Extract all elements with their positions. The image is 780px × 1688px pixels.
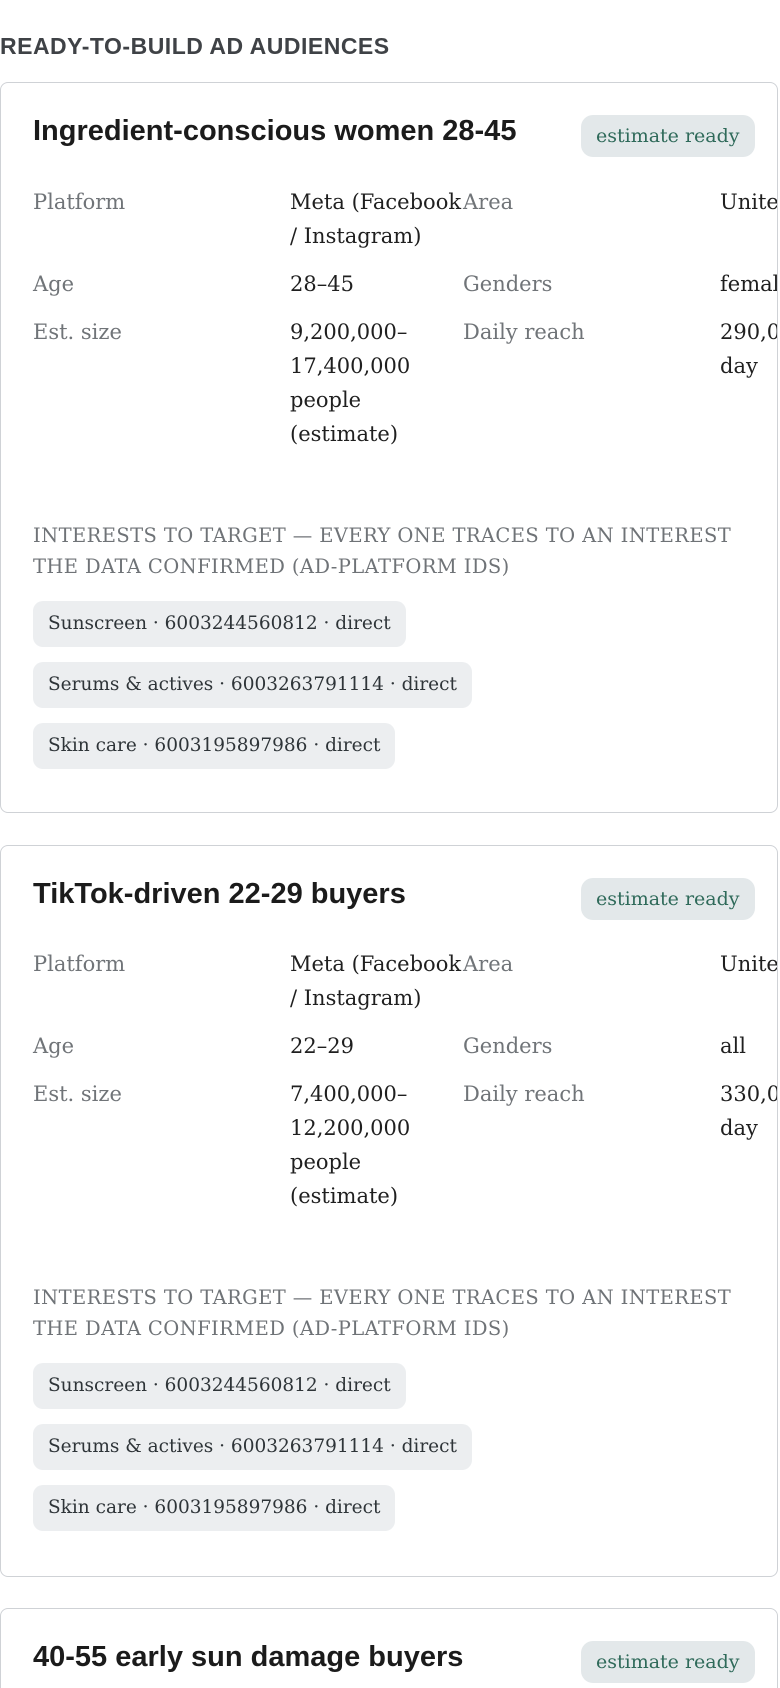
audience-title: Ingredient-conscious women 28-45 — [33, 115, 517, 147]
daily-reach-label: Daily reach — [463, 320, 585, 344]
daily-reach-value: 330,000–960,000 / day — [720, 1082, 777, 1140]
genders-value: female — [720, 272, 777, 296]
interest-chip: Skin care · 6003195897986 · direct — [33, 1485, 396, 1531]
audience-details: Platform Meta (Facebook / Instagram) Are… — [33, 185, 778, 451]
audience-details: Platform Meta (Facebook / Instagram) Are… — [33, 947, 778, 1213]
genders-label: Genders — [463, 272, 553, 296]
genders-label: Genders — [463, 1034, 553, 1058]
est-size-value: 9,200,000–17,400,000 people (estimate) — [290, 320, 411, 446]
interest-chip: Sunscreen · 6003244560812 · direct — [33, 1363, 406, 1409]
age-value: 28–45 — [290, 272, 354, 296]
status-badge: estimate ready — [581, 878, 755, 920]
est-size-label: Est. size — [33, 320, 122, 344]
area-label: Area — [463, 952, 514, 976]
interest-chip: Sunscreen · 6003244560812 · direct — [33, 601, 406, 647]
age-value: 22–29 — [290, 1034, 354, 1058]
platform-value: Meta (Facebook / Instagram) — [290, 952, 462, 1010]
genders-value: all — [720, 1034, 746, 1058]
audience-card: 40-55 early sun damage buyers estimate r… — [0, 1608, 778, 1688]
interest-chip-list: Sunscreen · 6003244560812 · direct Serum… — [33, 1363, 472, 1531]
age-label: Age — [33, 1034, 75, 1058]
interest-chip: Serums & actives · 6003263791114 · direc… — [33, 1424, 472, 1470]
est-size-label: Est. size — [33, 1082, 122, 1106]
audience-title: TikTok-driven 22-29 buyers — [33, 878, 406, 910]
daily-reach-label: Daily reach — [463, 1082, 585, 1106]
area-value: United States — [720, 190, 778, 214]
section-title: READY-TO-BUILD AD AUDIENCES — [0, 33, 390, 59]
status-badge: estimate ready — [581, 115, 755, 157]
platform-value: Meta (Facebook / Instagram) — [290, 190, 462, 248]
platform-label: Platform — [33, 190, 126, 214]
interest-chip: Skin care · 6003195897986 · direct — [33, 723, 396, 769]
audience-card: Ingredient-conscious women 28-45 estimat… — [0, 82, 778, 813]
audience-card: TikTok-driven 22-29 buyers estimate read… — [0, 845, 778, 1577]
daily-reach-value: 290,000–990,000 / day — [720, 320, 777, 378]
interest-chip-list: Sunscreen · 6003244560812 · direct Serum… — [33, 601, 472, 769]
interests-heading: INTERESTS TO TARGET — EVERY ONE TRACES T… — [33, 524, 732, 578]
area-value: United States — [720, 952, 778, 976]
est-size-value: 7,400,000–12,200,000 people (estimate) — [290, 1082, 411, 1208]
audience-title: 40-55 early sun damage buyers — [33, 1641, 464, 1673]
status-badge: estimate ready — [581, 1641, 755, 1683]
area-label: Area — [463, 190, 514, 214]
interests-heading: INTERESTS TO TARGET — EVERY ONE TRACES T… — [33, 1286, 732, 1340]
age-label: Age — [33, 272, 75, 296]
interest-chip: Serums & actives · 6003263791114 · direc… — [33, 662, 472, 708]
platform-label: Platform — [33, 952, 126, 976]
